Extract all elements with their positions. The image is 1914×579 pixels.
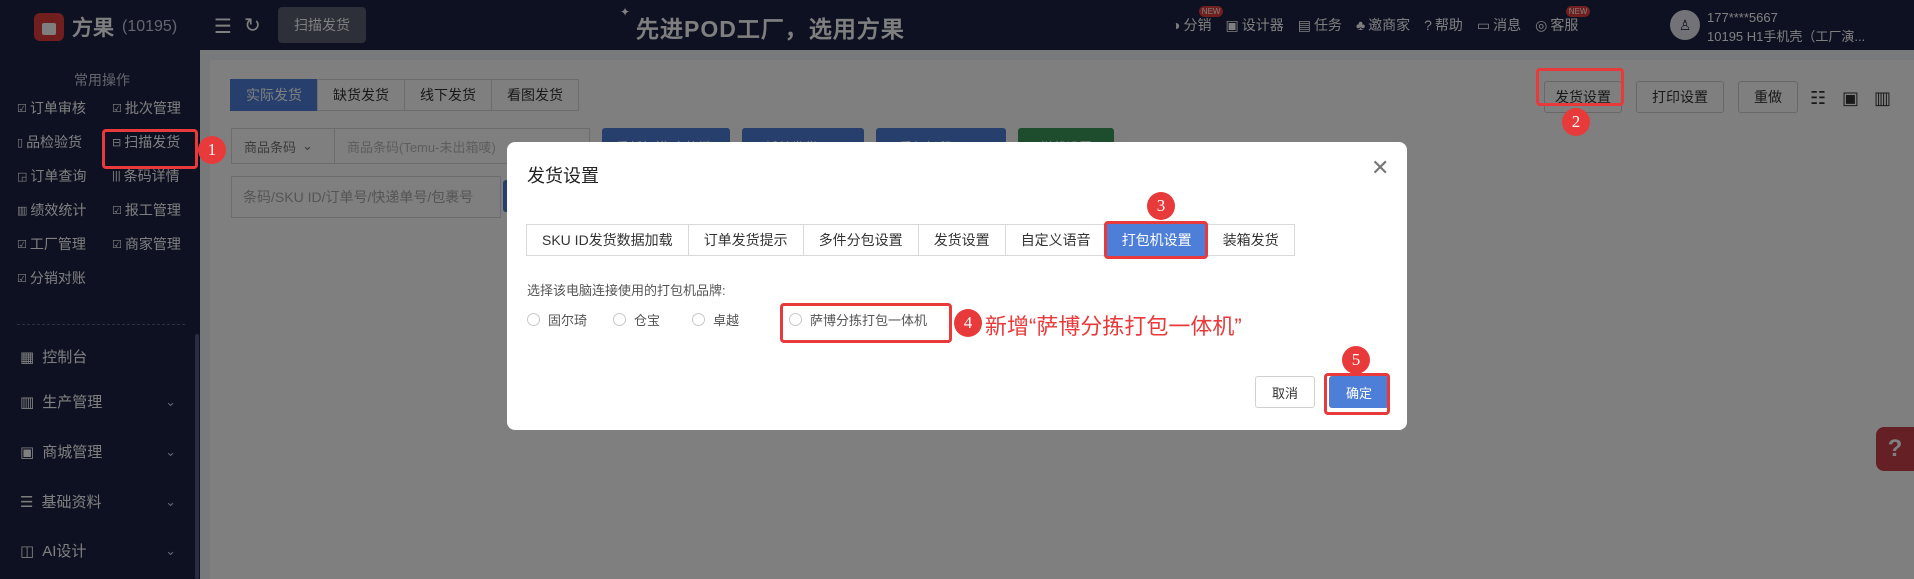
dialog-tab-2[interactable]: 多件分包设置 <box>802 224 919 256</box>
brand-label: 卓越 <box>713 313 740 328</box>
cancel-button[interactable]: 取消 <box>1255 376 1315 408</box>
dialog-tab-0[interactable]: SKU ID发货数据加载 <box>526 224 689 256</box>
brand-label: 仓宝 <box>634 313 661 328</box>
brand-radio-1[interactable]: 仓宝 <box>613 310 660 329</box>
brand-label: 固尔琦 <box>548 313 588 328</box>
step-1-marker: 1 <box>198 136 226 164</box>
step-3-marker: 3 <box>1147 192 1175 220</box>
step-2-marker: 2 <box>1562 108 1590 136</box>
packer-brand-label: 选择该电脑连接使用的打包机品牌: <box>527 283 726 298</box>
highlight-scan-ship <box>102 129 198 169</box>
dialog-tab-3[interactable]: 发货设置 <box>917 224 1006 256</box>
dialog-title: 发货设置 <box>527 166 599 186</box>
close-icon[interactable]: ✕ <box>1371 155 1389 181</box>
highlight-packer-tab <box>1104 221 1208 259</box>
radio-circle-icon <box>692 313 706 326</box>
brand-radio-0[interactable]: 固尔琦 <box>527 310 587 329</box>
highlight-confirm <box>1324 373 1390 415</box>
highlight-sabo-option <box>780 303 952 343</box>
dialog-tab-6[interactable]: 装箱发货 <box>1206 224 1295 256</box>
brand-radio-2[interactable]: 卓越 <box>692 310 739 329</box>
step-4-marker: 4 <box>954 309 982 337</box>
radio-circle-icon <box>613 313 627 326</box>
dialog-tab-1[interactable]: 订单发货提示 <box>687 224 804 256</box>
radio-circle-icon <box>527 313 540 326</box>
dialog-tab-4[interactable]: 自定义语音 <box>1004 224 1107 256</box>
ship-settings-dialog: 发货设置 ✕ SKU ID发货数据加载 订单发货提示 多件分包设置 发货设置 自定义语音… <box>507 142 1407 430</box>
highlight-ship-settings <box>1536 68 1624 106</box>
annotation-note: 新增“萨博分拣打包一体机” <box>985 314 1242 339</box>
step-5-marker: 5 <box>1342 346 1370 374</box>
